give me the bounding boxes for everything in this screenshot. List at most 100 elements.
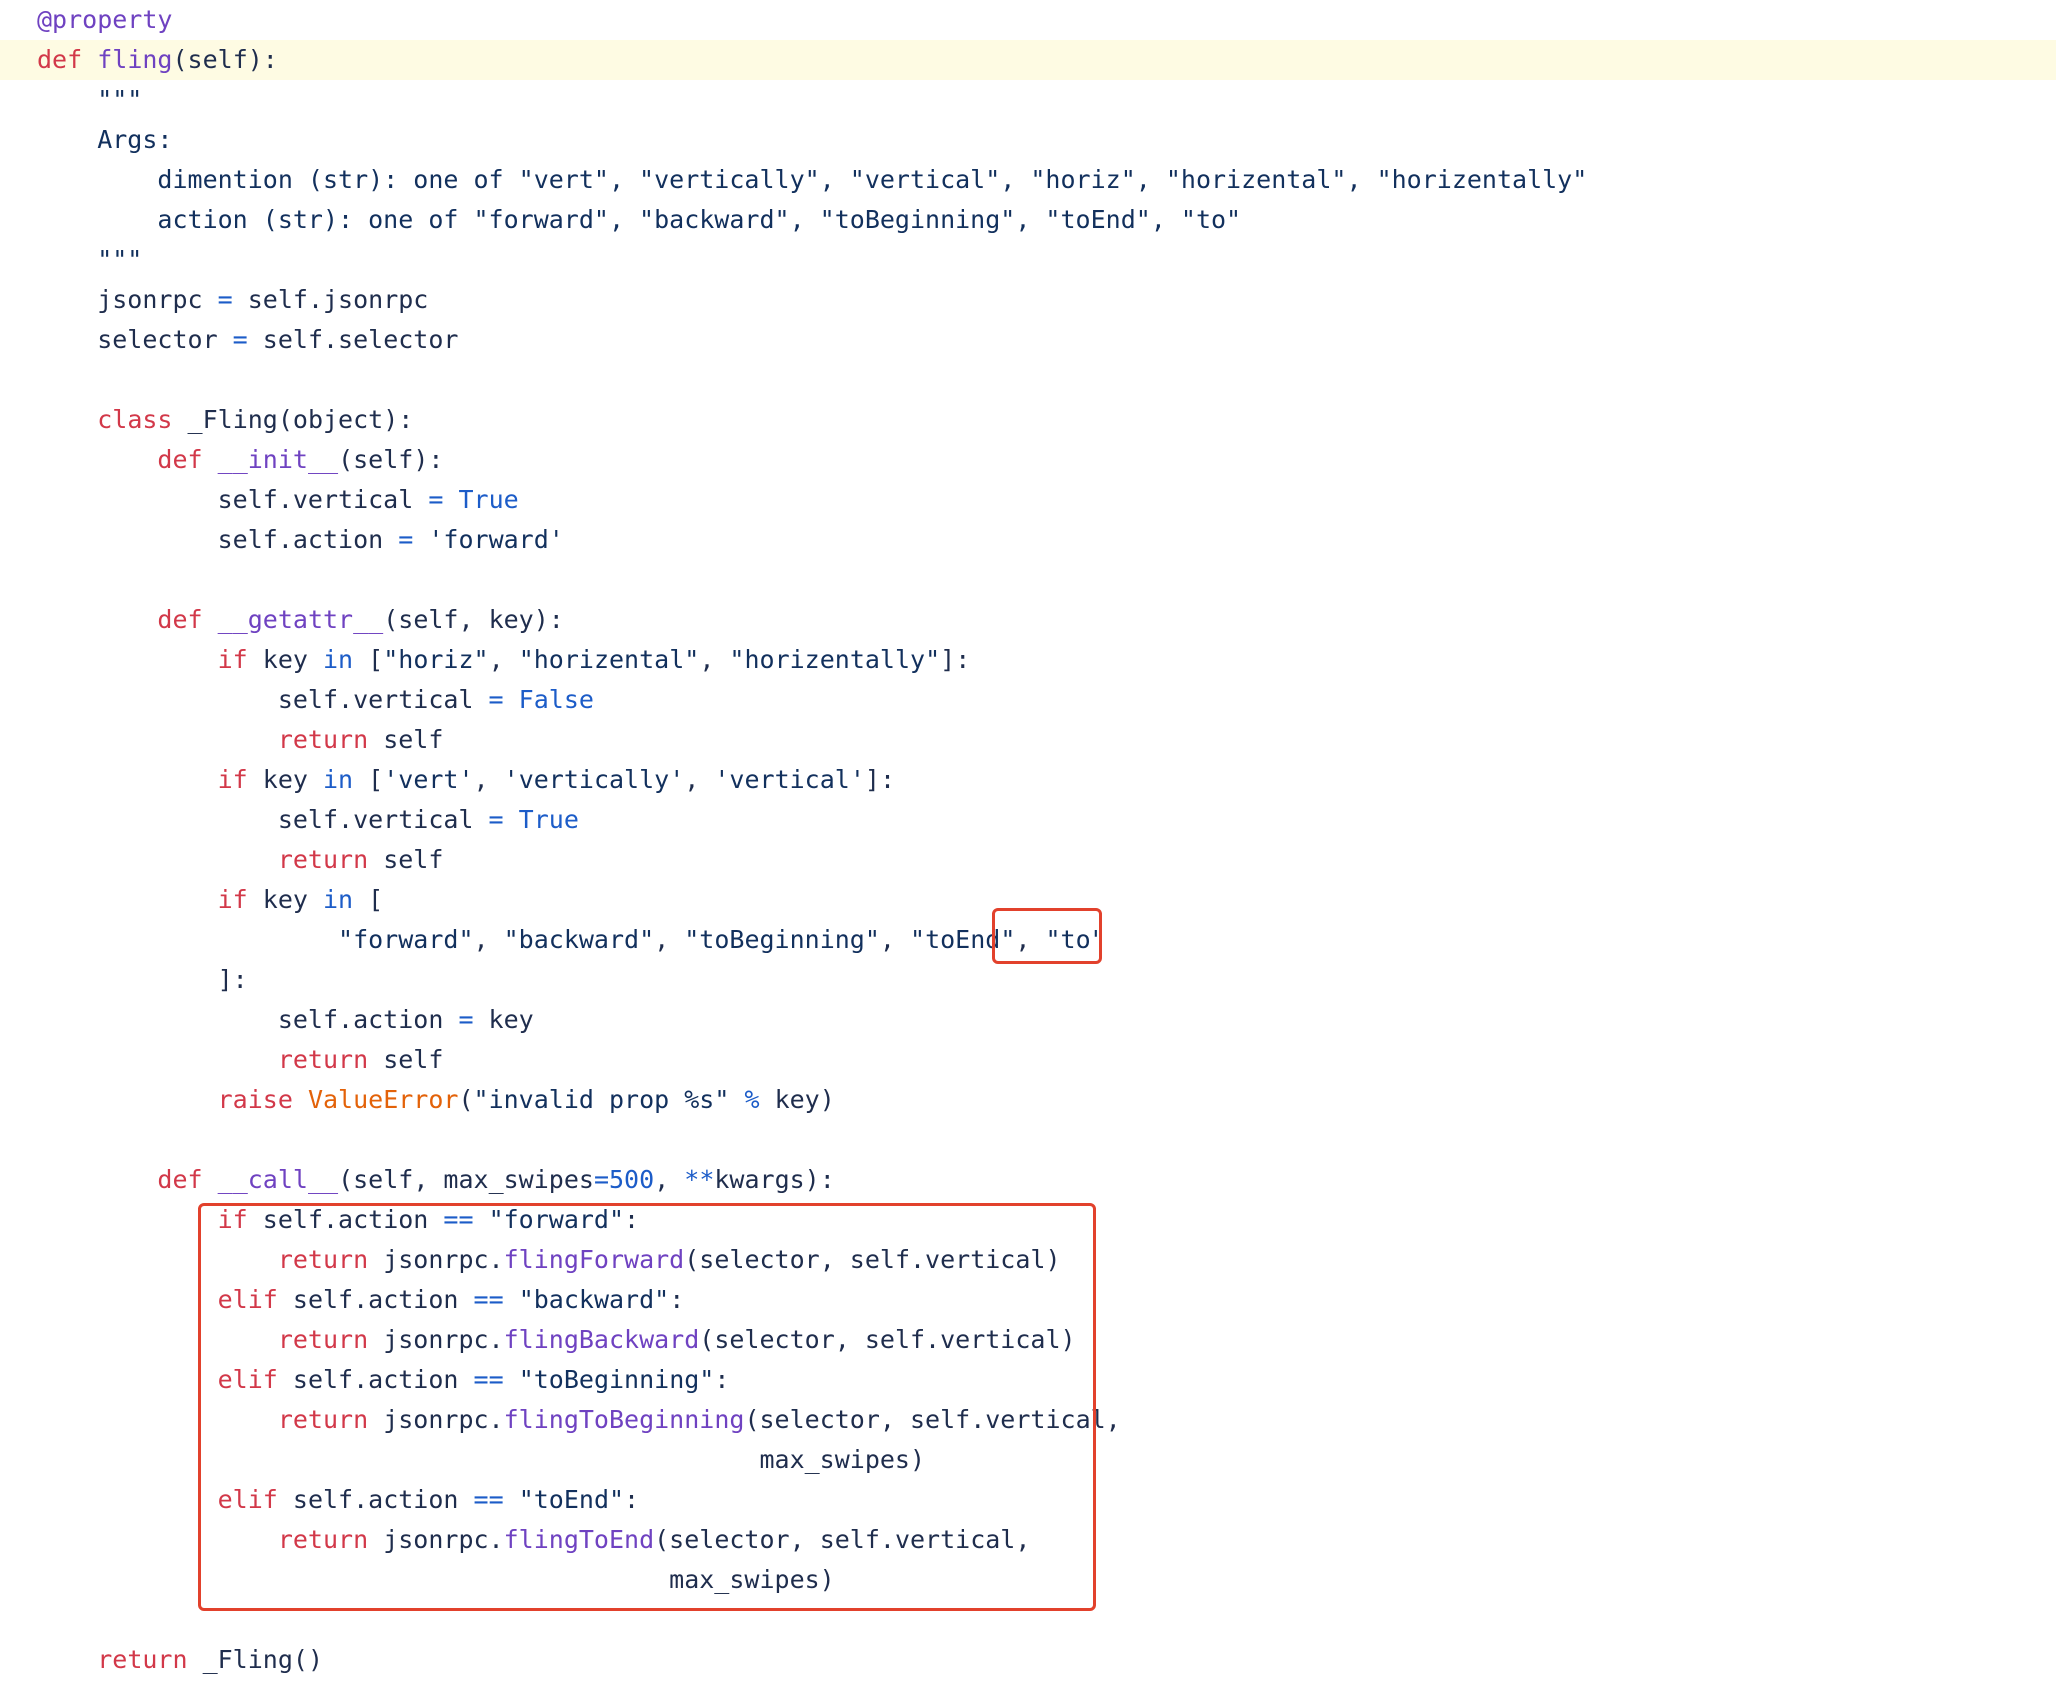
code-token: in — [323, 885, 354, 914]
code-token: = — [488, 805, 504, 834]
code-token: self.action — [37, 1005, 459, 1034]
code-line: dimention (str): one of "vert", "vertica… — [0, 160, 2056, 200]
code-token: return — [277, 1045, 369, 1074]
code-line: return self — [0, 720, 2056, 760]
code-token: "toBeginning" — [684, 925, 880, 954]
code-token: "forward" — [338, 925, 474, 954]
code-token: "horiz" — [383, 645, 489, 674]
code-line: @property — [0, 0, 2056, 40]
code-token: Args: — [37, 125, 173, 154]
code-line: action (str): one of "forward", "backwar… — [0, 200, 2056, 240]
code-token: fling — [97, 45, 173, 74]
code-token: self.action — [37, 525, 399, 554]
code-token: (self): — [172, 45, 278, 74]
code-line: def __init__(self): — [0, 440, 2056, 480]
code-token: @property — [37, 5, 173, 34]
code-token: in — [323, 765, 354, 794]
code-line: """ — [0, 240, 2056, 280]
code-token: if — [217, 885, 248, 914]
code-line: if key in ["horiz", "horizental", "horiz… — [0, 640, 2056, 680]
code-token: __call__ — [217, 1165, 339, 1194]
code-token: def — [37, 45, 83, 74]
code-token: self — [368, 725, 444, 754]
code-token: self.vertical — [37, 485, 429, 514]
code-token: , — [684, 765, 715, 794]
code-token: self.vertical — [37, 805, 489, 834]
code-token: True — [458, 485, 519, 514]
code-token: (self, key): — [383, 605, 564, 634]
code-token: % — [744, 1085, 760, 1114]
code-token: ** — [684, 1165, 715, 1194]
code-token: 'vertically' — [503, 765, 685, 794]
code-token: if — [217, 645, 248, 674]
code-token: key — [247, 645, 323, 674]
code-token: "backward" — [503, 925, 655, 954]
code-token: (self): — [338, 445, 444, 474]
code-token: 'vertical' — [714, 765, 865, 794]
code-token: return — [277, 845, 369, 874]
code-token: key — [247, 885, 323, 914]
code-token: [ — [353, 885, 384, 914]
code-token: , — [488, 645, 519, 674]
code-line: class _Fling(object): — [0, 400, 2056, 440]
code-token: "horizental" — [518, 645, 700, 674]
code-token: ValueError — [307, 1085, 459, 1114]
code-token: , — [473, 765, 504, 794]
code-token: in — [323, 645, 354, 674]
code-token: 'forward' — [428, 525, 564, 554]
code-token: __getattr__ — [217, 605, 384, 634]
code-line: return self — [0, 840, 2056, 880]
code-line: return self — [0, 1040, 2056, 1080]
code-token: , — [699, 645, 730, 674]
code-token: self — [368, 845, 444, 874]
code-token: """ — [37, 85, 143, 114]
code-token: 500 — [609, 1165, 655, 1194]
code-token: def — [157, 605, 203, 634]
code-token: self.selector — [247, 325, 459, 354]
code-token: ( — [458, 1085, 474, 1114]
code-token: class — [97, 405, 173, 434]
code-token: = — [488, 685, 504, 714]
code-line: def __getattr__(self, key): — [0, 600, 2056, 640]
code-line: self.vertical = True — [0, 480, 2056, 520]
code-token: , — [879, 925, 911, 954]
code-token: self.vertical — [37, 685, 489, 714]
code-token: selector — [37, 325, 233, 354]
code-line: raise ValueError("invalid prop %s" % key… — [0, 1080, 2056, 1120]
code-line: self.action = 'forward' — [0, 520, 2056, 560]
code-line: return _Fling() — [0, 1640, 2056, 1680]
code-token: return — [277, 725, 369, 754]
code-line: self.vertical = False — [0, 680, 2056, 720]
code-line: ]: — [0, 960, 2056, 1000]
code-token: def — [157, 1165, 203, 1194]
code-token: return — [97, 1645, 188, 1674]
code-line: jsonrpc = self.jsonrpc — [0, 280, 2056, 320]
code-token: = — [458, 1005, 474, 1034]
code-token: _Fling(object): — [172, 405, 414, 434]
code-token: = — [593, 1165, 609, 1194]
code-token: , — [654, 1165, 685, 1194]
code-token: True — [518, 805, 579, 834]
code-token: = — [398, 525, 414, 554]
code-token: [ — [353, 765, 384, 794]
